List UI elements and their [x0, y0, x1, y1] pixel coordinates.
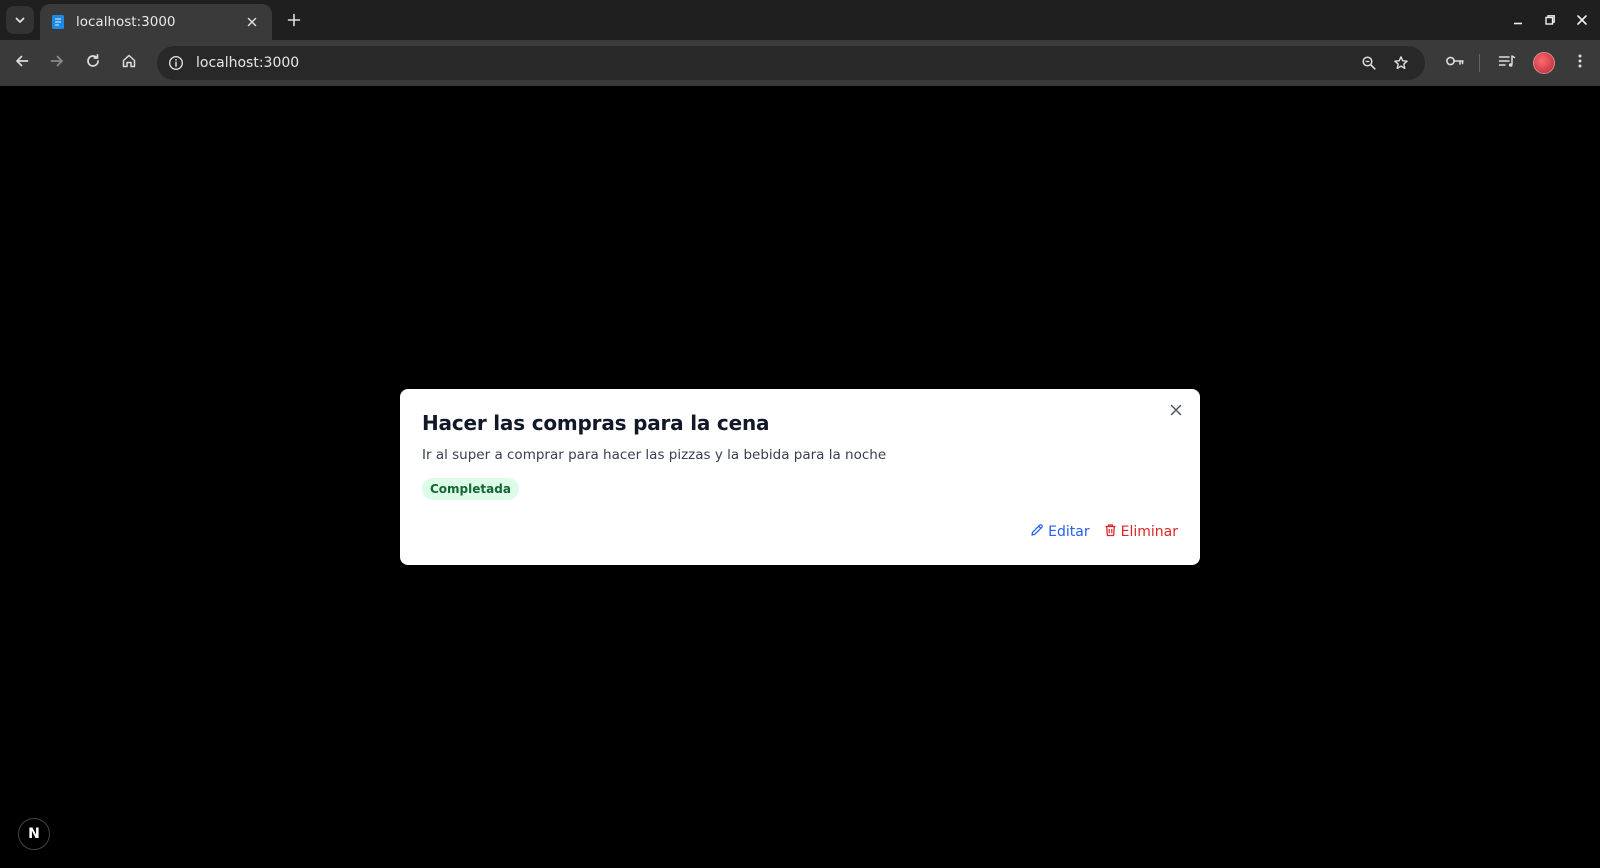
more-vertical-icon	[1577, 53, 1583, 73]
minimize-icon	[1512, 11, 1524, 30]
avatar	[1533, 52, 1555, 74]
edit-button[interactable]: Editar	[1030, 523, 1090, 541]
file-icon	[50, 14, 66, 30]
tab-close-icon[interactable]	[242, 12, 262, 32]
back-button[interactable]	[8, 49, 36, 77]
key-icon	[1445, 53, 1465, 73]
chevron-down-icon	[14, 11, 26, 30]
forward-button[interactable]	[43, 49, 71, 77]
delete-button[interactable]: Eliminar	[1104, 523, 1178, 541]
reload-icon	[85, 53, 101, 73]
new-tab-button[interactable]	[282, 8, 306, 32]
restore-button[interactable]	[1538, 8, 1562, 32]
status-badge: Completada	[422, 478, 519, 500]
close-window-button[interactable]	[1570, 8, 1594, 32]
toolbar-separator	[1479, 54, 1480, 72]
task-actions: Editar Eliminar	[1030, 523, 1178, 541]
restore-icon	[1544, 11, 1556, 30]
plus-icon	[287, 8, 301, 32]
address-bar[interactable]: localhost:3000	[157, 46, 1425, 80]
site-info-icon[interactable]	[166, 53, 186, 73]
home-icon	[121, 53, 137, 73]
tab-search-button[interactable]	[6, 6, 34, 34]
zoom-icon[interactable]	[1355, 49, 1383, 77]
pencil-icon	[1030, 523, 1044, 541]
edit-label: Editar	[1048, 524, 1090, 540]
browser-toolbar: localhost:3000	[0, 40, 1600, 86]
page-viewport: Hacer las compras para la cena Ir al sup…	[0, 86, 1600, 868]
nextjs-logo-icon: N	[28, 826, 40, 842]
close-icon	[1169, 402, 1183, 421]
dev-tools-indicator[interactable]: N	[18, 818, 50, 850]
task-title: Hacer las compras para la cena	[422, 411, 770, 435]
browser-menu-button[interactable]	[1566, 49, 1594, 77]
tab-strip: localhost:3000	[0, 0, 1600, 40]
media-queue-icon	[1498, 53, 1516, 73]
arrow-right-icon	[49, 53, 65, 73]
task-card: Hacer las compras para la cena Ir al sup…	[400, 389, 1200, 565]
password-manager-button[interactable]	[1441, 49, 1469, 77]
task-description: Ir al super a comprar para hacer las piz…	[422, 447, 887, 463]
reading-list-button[interactable]	[1493, 49, 1521, 77]
tab-title: localhost:3000	[76, 14, 176, 30]
card-close-button[interactable]	[1166, 401, 1186, 421]
profile-button[interactable]	[1530, 49, 1558, 77]
reload-button[interactable]	[79, 49, 107, 77]
close-icon	[1576, 11, 1588, 30]
address-url[interactable]: localhost:3000	[196, 55, 1355, 71]
minimize-button[interactable]	[1506, 8, 1530, 32]
trash-icon	[1104, 523, 1117, 541]
bookmark-star-icon[interactable]	[1387, 49, 1415, 77]
delete-label: Eliminar	[1120, 524, 1178, 540]
browser-tab-active[interactable]: localhost:3000	[40, 4, 272, 40]
arrow-left-icon	[14, 53, 30, 73]
home-button[interactable]	[115, 49, 143, 77]
